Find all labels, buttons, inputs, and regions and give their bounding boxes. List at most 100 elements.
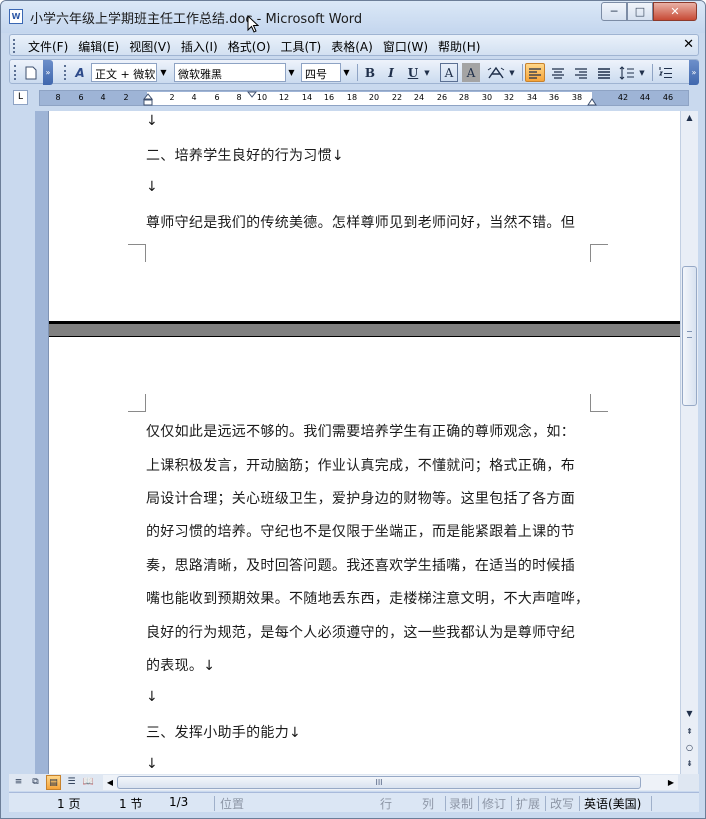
style-combobox[interactable]: 正文 + 微软	[91, 63, 157, 82]
web-layout-view-icon[interactable]: ⧉	[28, 775, 43, 790]
font-dropdown-arrow-icon[interactable]: ▼	[285, 63, 298, 82]
document-text-line[interactable]: 嘴也能收到预期效果。不随地丢东西，走楼梯注意文明，不大声喧哗，	[146, 588, 589, 608]
numbering-icon[interactable]	[656, 63, 676, 82]
status-section: 1 节	[119, 797, 143, 811]
toolbar-options-chevron-icon[interactable]: »	[43, 60, 53, 85]
char-border-button[interactable]: A	[440, 63, 458, 82]
toolbar-grip-handle[interactable]	[12, 63, 18, 82]
ruler-tick-label: 8	[55, 93, 61, 102]
document-text-line[interactable]: 仅仅如此是远远不够的。我们需要培养学生有正确的尊师观念，如：	[146, 421, 575, 441]
bold-button[interactable]: B	[361, 63, 379, 82]
line-spacing-icon[interactable]	[617, 63, 637, 82]
status-column: 列	[422, 797, 435, 811]
first-line-indent-marker-icon[interactable]	[247, 91, 257, 99]
document-text-line[interactable]: 三、发挥小助手的能力↓	[146, 722, 301, 742]
char-scaling-icon[interactable]	[485, 63, 507, 82]
ruler-tick-label: 6	[78, 93, 84, 102]
new-document-icon[interactable]	[22, 63, 40, 82]
toolbar-overflow-chevron-icon[interactable]: »	[689, 60, 699, 85]
underline-button[interactable]: U	[404, 63, 422, 82]
align-left-button[interactable]	[525, 63, 545, 82]
horizontal-ruler[interactable]: 8 6 4 2 2 4 6 8 10 12 14 16 18 20 22 24 26 28 30 32 34 36 38 42…	[39, 90, 689, 106]
menu-item[interactable]: 窗口(W)	[381, 38, 436, 55]
select-browse-object-icon[interactable]: ○	[682, 741, 697, 755]
status-record-macro[interactable]: 录制	[449, 795, 473, 812]
previous-page-icon[interactable]: ⇞	[682, 725, 697, 739]
left-indent-marker-icon[interactable]	[143, 91, 153, 107]
menu-item[interactable]: 视图(V)	[127, 38, 179, 55]
underline-dropdown-arrow-icon[interactable]: ▼	[422, 63, 432, 82]
ruler-tick-label: 20	[368, 93, 380, 102]
status-position: 位置	[220, 797, 245, 811]
menu-item[interactable]: 表格(A)	[329, 38, 381, 55]
toolbar2-grip-handle[interactable]	[62, 63, 68, 82]
horizontal-scrollbar[interactable]: ◀ III ▶	[103, 775, 678, 790]
tab-selector-button[interactable]: L	[13, 90, 28, 105]
reading-layout-view-icon[interactable]: 📖	[81, 775, 96, 790]
menu-item[interactable]: 格式(O)	[226, 38, 279, 55]
status-overtype[interactable]: 改写	[550, 795, 574, 812]
font-size-dropdown-arrow-icon[interactable]: ▼	[340, 63, 353, 82]
vertical-ruler[interactable]	[35, 111, 49, 775]
menu-grip-handle[interactable]	[13, 39, 15, 53]
scroll-up-arrow-icon[interactable]: ▲	[682, 111, 697, 125]
scroll-right-arrow-icon[interactable]: ▶	[665, 775, 677, 790]
maximize-button[interactable]: □	[627, 2, 653, 21]
document-text-line[interactable]: 的表现。↓	[146, 655, 215, 675]
menu-item[interactable]: 帮助(H)	[436, 38, 488, 55]
document-text-line[interactable]: 的好习惯的培养。守纪也不是仅限于坐端正，而是能紧跟着上课的节	[146, 521, 575, 541]
word-doc-icon[interactable]: W	[9, 9, 23, 24]
document-text-line[interactable]: 尊师守纪是我们的传统美德。怎样尊师见到老师问好，当然不错。但	[146, 212, 575, 232]
font-size-combobox[interactable]: 四号	[301, 63, 341, 82]
font-combobox[interactable]: 微软雅黑	[174, 63, 286, 82]
horizontal-scroll-thumb[interactable]: III	[117, 776, 641, 789]
justify-button[interactable]	[594, 63, 614, 82]
document-text-line[interactable]: 二、培养学生良好的行为习惯↓	[146, 145, 344, 165]
right-indent-marker-icon[interactable]	[587, 97, 597, 106]
vertical-scrollbar[interactable]: ▲ ▼ ⇞ ○ ⇟	[680, 111, 698, 775]
page-1: ↓ 二、培养学生良好的行为习惯↓ ↓ 尊师守纪是我们的传统美德。怎样尊师见到老师问好，…	[49, 111, 680, 324]
document-canvas[interactable]: ↓ 二、培养学生良好的行为习惯↓ ↓ 尊师守纪是我们的传统美德。怎样尊师见到老师问好，…	[49, 111, 680, 775]
document-text-line[interactable]: 奏，思路清晰，及时回答问题。我还喜欢学生插嘴，在适当的时候插	[146, 555, 575, 575]
ruler-tick-label: 30	[481, 93, 493, 102]
document-text-line[interactable]: 上课积极发言，开动脑筋；作业认真完成，不懂就问；格式正确，布	[146, 455, 575, 475]
style-dropdown-arrow-icon[interactable]: ▼	[157, 63, 170, 82]
outline-view-icon[interactable]: ☰	[64, 775, 79, 790]
normal-view-icon[interactable]: ≡	[11, 775, 26, 790]
ruler-tick-label: 38	[571, 93, 583, 102]
menu-item[interactable]: 工具(T)	[279, 38, 330, 55]
crop-mark	[128, 394, 146, 412]
document-close-button[interactable]: ✕	[683, 37, 694, 52]
italic-button[interactable]: I	[382, 63, 400, 82]
status-language[interactable]: 英语(美国)	[584, 795, 641, 812]
ruler-tick-label: 44	[639, 93, 651, 102]
menu-items: 文件(F) 编辑(E) 视图(V) 插入(I) 格式(O) 工具(T) 表格(A) 窗口(W)…	[26, 38, 488, 55]
document-text-line[interactable]: ↓	[146, 113, 158, 129]
scroll-left-arrow-icon[interactable]: ◀	[104, 775, 116, 790]
line-spacing-dropdown-arrow-icon[interactable]: ▼	[637, 63, 647, 82]
styles-pane-icon[interactable]: A	[70, 63, 90, 82]
document-text-line[interactable]: ↓	[146, 756, 158, 772]
status-track-changes[interactable]: 修订	[482, 795, 506, 812]
document-text-line[interactable]: ↓	[146, 689, 158, 705]
minimize-button[interactable]: ─	[601, 2, 627, 21]
close-button[interactable]: ✕	[653, 2, 697, 21]
vertical-scroll-thumb[interactable]	[682, 266, 697, 406]
scroll-down-arrow-icon[interactable]: ▼	[682, 707, 697, 721]
align-right-button[interactable]	[571, 63, 591, 82]
char-scaling-dropdown-arrow-icon[interactable]: ▼	[507, 63, 517, 82]
formatting-toolbar: » A 正文 + 微软 ▼ 微软雅黑 ▼ 四号 ▼ B I U ▼ A A ▼	[9, 59, 699, 85]
title-bar[interactable]: W 小学六年级上学期班主任工作总结.doc - Microsoft Word ─…	[1, 1, 705, 33]
align-center-button[interactable]	[548, 63, 568, 82]
menu-item[interactable]: 文件(F)	[26, 38, 76, 55]
next-page-icon[interactable]: ⇟	[682, 757, 697, 771]
status-extend[interactable]: 扩展	[516, 795, 540, 812]
document-text-line[interactable]: 局设计合理；关心班级卫生，爱护身边的财物等。这里包括了各方面	[146, 488, 575, 508]
document-text-line[interactable]: 良好的行为规范，是每个人必须遵守的，这一些我都认为是尊师守纪	[146, 622, 575, 642]
menu-item[interactable]: 编辑(E)	[76, 38, 127, 55]
document-text-line[interactable]: ↓	[146, 179, 158, 195]
print-layout-view-icon[interactable]: ▤	[46, 775, 61, 790]
menu-item[interactable]: 插入(I)	[179, 38, 226, 55]
char-shading-button[interactable]: A	[462, 63, 480, 82]
ruler-tick-label: 8	[236, 93, 242, 102]
